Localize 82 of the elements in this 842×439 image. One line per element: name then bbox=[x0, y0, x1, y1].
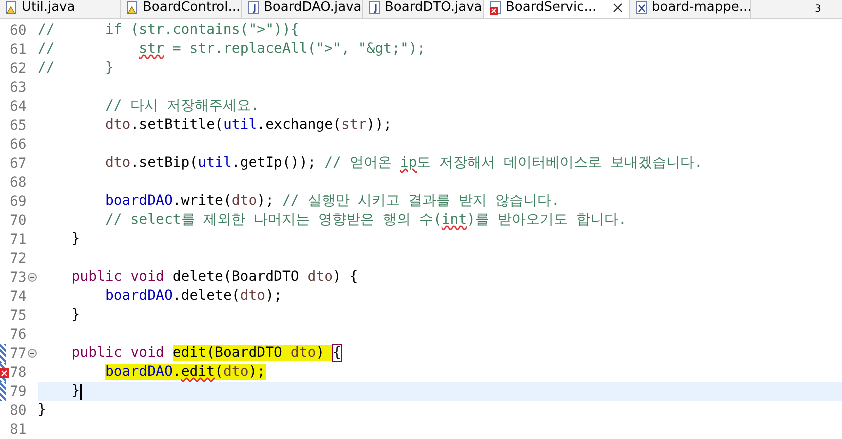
line-number: 74 bbox=[10, 290, 27, 304]
code-text: str bbox=[341, 117, 367, 133]
code-text: util bbox=[223, 117, 258, 133]
highlighted-code: edit(BoardDTO bbox=[172, 345, 291, 361]
code-text: .delete( bbox=[172, 288, 240, 304]
hidden-tabs-count[interactable]: 3 bbox=[815, 2, 822, 17]
close-icon[interactable] bbox=[613, 3, 623, 13]
code-text: dto bbox=[105, 117, 131, 133]
code-text: // 실행만 시키고 결과를 받지 않습니다. bbox=[282, 193, 560, 209]
java-file-warning-icon bbox=[127, 1, 139, 15]
code-text: public void bbox=[72, 345, 166, 361]
code-text: } bbox=[72, 231, 80, 247]
highlighted-code: ( bbox=[215, 364, 224, 380]
line-number: 76 bbox=[10, 328, 27, 342]
highlighted-code: boardDAO bbox=[105, 364, 173, 380]
highlighted-code: ) bbox=[316, 345, 334, 361]
java-file-icon bbox=[369, 1, 381, 15]
code-text: boardDAO bbox=[105, 193, 173, 209]
line-number: 73 bbox=[10, 270, 27, 284]
highlighted-code: dto bbox=[290, 345, 316, 361]
code-text: .setBip( bbox=[130, 155, 198, 171]
java-file-error-icon bbox=[490, 1, 502, 15]
line-number: 72 bbox=[10, 252, 27, 266]
code-text: // bbox=[38, 41, 56, 57]
line-number: 70 bbox=[10, 214, 27, 228]
line-number: 63 bbox=[10, 80, 27, 94]
line-number: 75 bbox=[10, 308, 27, 322]
code-text: // select를 제외한 나머지는 영향받은 행의 수( bbox=[105, 212, 442, 228]
highlighted-code: dto bbox=[223, 364, 249, 380]
matching-bracket: { bbox=[333, 345, 342, 361]
code-text: ); bbox=[257, 193, 276, 209]
line-number: 60 bbox=[10, 24, 27, 38]
misspelled-word: int bbox=[442, 212, 468, 228]
misspelled-word: ip bbox=[400, 155, 418, 171]
code-text: 도 저장해서 데이터베이스로 보내겠습니다. bbox=[417, 155, 703, 171]
code-text: util bbox=[198, 155, 232, 171]
code-text: = str.replaceAll(">", "&gt;"); bbox=[172, 41, 426, 57]
code-text: // } bbox=[38, 60, 114, 76]
line-number: 77 bbox=[10, 346, 27, 360]
line-number: 66 bbox=[10, 138, 27, 152]
line-number: 61 bbox=[10, 42, 27, 56]
code-text: public void bbox=[72, 269, 164, 285]
line-number: 68 bbox=[10, 176, 27, 190]
code-text: dto bbox=[308, 269, 334, 285]
code-text: )); bbox=[366, 117, 392, 133]
code-text: // 얻어온 bbox=[324, 155, 393, 171]
code-text: delete(BoardDTO bbox=[172, 269, 300, 285]
code-text: boardDAO bbox=[105, 288, 173, 304]
code-text: .write( bbox=[172, 193, 232, 209]
line-number: 67 bbox=[10, 156, 27, 170]
line-number: 81 bbox=[10, 422, 27, 436]
line-number: 69 bbox=[10, 194, 27, 208]
code-text: .exchange( bbox=[257, 117, 342, 133]
code-text: ) { bbox=[333, 269, 358, 285]
code-text: dto bbox=[240, 288, 266, 304]
line-number: 80 bbox=[10, 404, 27, 418]
code-text: } bbox=[72, 307, 80, 323]
code-text: )를 받아오기도 합니다. bbox=[467, 212, 627, 228]
code-text: .setBtitle( bbox=[130, 117, 224, 133]
fold-icon[interactable] bbox=[28, 349, 37, 358]
line-number: 64 bbox=[10, 100, 27, 114]
code-text: dto bbox=[232, 193, 258, 209]
editor-tab[interactable]: BoardServic... bbox=[484, 0, 630, 18]
line-number: 62 bbox=[10, 62, 27, 76]
code-text: .getIp()); bbox=[232, 155, 318, 171]
line-number: 71 bbox=[10, 232, 27, 246]
java-file-warning-icon bbox=[6, 1, 18, 15]
java-file-icon bbox=[248, 1, 260, 15]
line-number: 78 bbox=[10, 366, 27, 380]
code-text: ); bbox=[266, 288, 282, 304]
code-text: dto bbox=[105, 155, 131, 171]
fold-icon[interactable] bbox=[28, 273, 37, 282]
misspelled-word: edit bbox=[181, 364, 216, 380]
code-text: // 다시 저장해주세요. bbox=[105, 98, 260, 114]
xml-file-icon bbox=[636, 1, 648, 15]
code-text: } bbox=[72, 383, 80, 399]
code-text: } bbox=[38, 402, 46, 418]
misspelled-word: str bbox=[139, 41, 164, 57]
line-number: 65 bbox=[10, 118, 27, 132]
code-text: // if (str.contains(">")){ bbox=[38, 22, 300, 38]
highlighted-code: ); bbox=[248, 364, 266, 380]
line-number: 79 bbox=[10, 384, 27, 398]
